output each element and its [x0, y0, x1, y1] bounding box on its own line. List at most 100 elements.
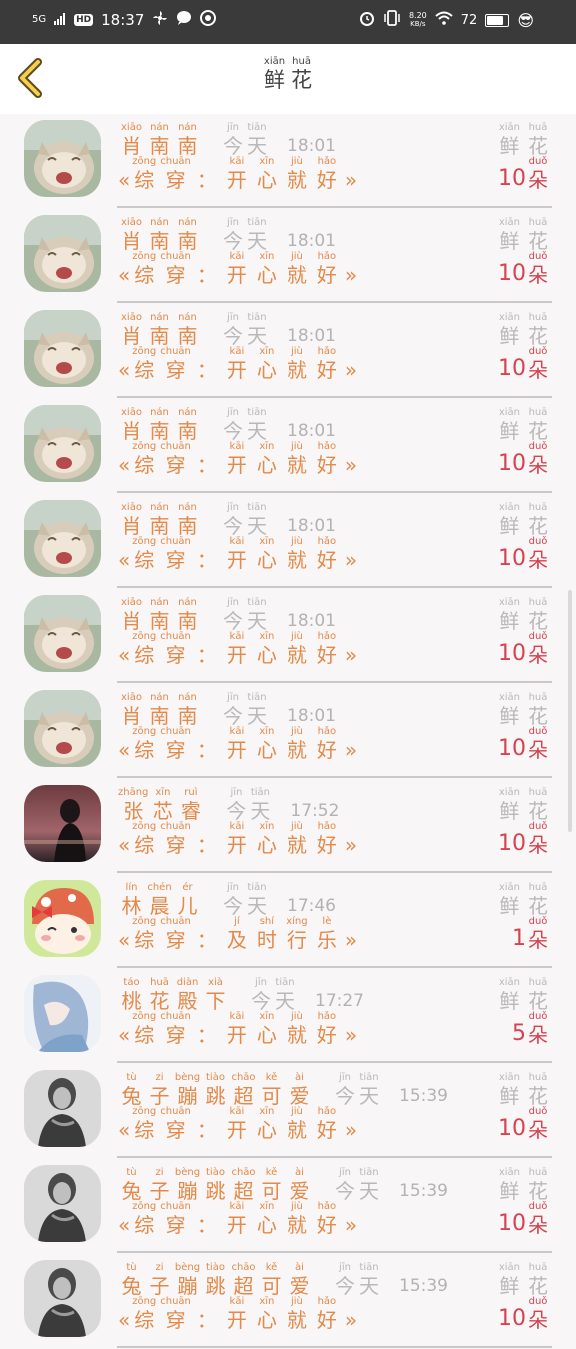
hanzi: 开 [226, 453, 247, 477]
hanzi: 心 [256, 453, 277, 477]
hanzi: 穿 [165, 263, 186, 287]
pinyin: kāi [229, 1106, 245, 1117]
flower-count: 1 duǒ 朵 [512, 916, 548, 952]
pinyin: nán [150, 407, 169, 418]
sender-name: táo 桃 huā 花 diàn 殿 xià 下 [118, 977, 229, 1013]
flowers-char: xiān 鲜 [499, 597, 520, 633]
hanzi: 超 [233, 1274, 254, 1298]
name-char: ài 爱 [286, 1072, 313, 1108]
name-char: nán 南 [146, 122, 173, 158]
scrollbar[interactable] [568, 590, 572, 832]
book-char: kāi 开 [223, 346, 251, 382]
list-item[interactable]: lín 林 chén 晨 ér 儿 jīn 今 tiān 天 17:46 «zōng 综 chuān 穿： j… [0, 874, 576, 969]
close-quote: » [344, 1023, 358, 1047]
pinyin: chuān [160, 441, 191, 452]
book-char: zōng 综 [130, 536, 158, 572]
pinyin: chuān [160, 726, 191, 737]
unit-char: duǒ 朵 [528, 821, 548, 857]
avatar[interactable] [24, 785, 101, 862]
book-char: hǎo 好 [313, 1106, 341, 1142]
top-header: xiān 鲜 huā 花 [0, 44, 576, 114]
pinyin: xíng [286, 916, 308, 927]
hanzi: ： [196, 168, 217, 192]
hanzi: 好 [316, 738, 337, 762]
list-item[interactable]: zhāng 张 xīn 芯 ruì 睿 jīn 今 tiān 天 17:52 «zōng 综 chuān 穿… [0, 779, 576, 874]
hanzi: 花 [528, 134, 548, 158]
list-item[interactable]: xiāo 肖 nán 南 nán 南 jīn 今 tiān 天 18:01 «zōng 综 chuān 穿：… [0, 114, 576, 209]
hanzi: 心 [256, 643, 277, 667]
book-char: zōng 综 [130, 1296, 158, 1332]
today-char: jīn 今 [221, 217, 245, 253]
flowers-char: xiān 鲜 [499, 882, 520, 918]
book-char: jiù 就 [283, 346, 311, 382]
avatar[interactable] [24, 880, 101, 957]
gift-list[interactable]: xiāo 肖 nán 南 nán 南 jīn 今 tiān 天 18:01 «zōng 综 chuān 穿：… [0, 114, 576, 1349]
hanzi: 南 [149, 324, 170, 348]
hanzi: 殿 [177, 989, 198, 1013]
name-char: ruì 睿 [177, 787, 204, 823]
pinyin: xiāo [121, 502, 142, 513]
list-item[interactable]: xiāo 肖 nán 南 nán 南 jīn 今 tiān 天 18:01 «zōng 综 chuān 穿：… [0, 494, 576, 589]
list-item[interactable]: tù 兔 zi 子 bèng 蹦 tiào 跳 chāo 超 kě 可 ài 爱 jīn 今 tiān 天 15:3… [0, 1064, 576, 1159]
today-char: tiān 天 [357, 1072, 381, 1108]
hanzi: 天 [250, 799, 271, 823]
open-quote: « [118, 1308, 131, 1332]
pinyin: xiān [498, 597, 520, 608]
hanzi: 南 [149, 514, 170, 538]
list-item[interactable]: xiāo 肖 nán 南 nán 南 jīn 今 tiān 天 18:01 «zōng 综 chuān 穿：… [0, 209, 576, 304]
pinyin: nán [178, 122, 197, 133]
book-char: ： [193, 631, 221, 667]
list-item[interactable]: tù 兔 zi 子 bèng 蹦 tiào 跳 chāo 超 kě 可 ài 爱 jīn 今 tiān 天 15:3… [0, 1254, 576, 1349]
pinyin: zōng [132, 1296, 157, 1307]
pinyin: huā [150, 977, 169, 988]
hanzi: 蹦 [177, 1179, 198, 1203]
hanzi: 天 [247, 609, 267, 633]
hanzi: 天 [359, 1084, 379, 1108]
book-title: zōng 综 chuān 穿： kāi 开 xīn 心 jiù 就 hǎo 好 [130, 1201, 341, 1237]
avatar[interactable] [24, 120, 101, 197]
avatar[interactable] [24, 215, 101, 292]
avatar[interactable] [24, 595, 101, 672]
hanzi: 鲜 [499, 324, 520, 348]
book-char: jiù 就 [283, 156, 311, 192]
book-char: kāi 开 [223, 1106, 251, 1142]
signal-5g-label: 5G [32, 14, 47, 25]
list-item[interactable]: xiāo 肖 nán 南 nán 南 jīn 今 tiān 天 18:01 «zōng 综 chuān 穿：… [0, 399, 576, 494]
avatar[interactable] [24, 405, 101, 482]
avatar[interactable] [24, 975, 101, 1052]
avatar[interactable] [24, 690, 101, 767]
hanzi: 鲜 [499, 1084, 520, 1108]
list-item[interactable]: tù 兔 zi 子 bèng 蹦 tiào 跳 chāo 超 kě 可 ài 爱 jīn 今 tiān 天 15:3… [0, 1159, 576, 1254]
avatar[interactable] [24, 310, 101, 387]
book-char: chuān 穿 [160, 821, 191, 857]
hanzi: 鲜 [263, 68, 285, 92]
pinyin: duǒ [528, 1201, 548, 1212]
avatar[interactable] [24, 500, 101, 577]
today-char: tiān 天 [273, 977, 297, 1013]
hanzi: 肖 [121, 134, 142, 158]
list-item[interactable]: táo 桃 huā 花 diàn 殿 xià 下 jīn 今 tiān 天 17:27 «zōng 综 chu… [0, 969, 576, 1064]
avatar[interactable] [24, 1165, 101, 1242]
book-char: shí 时 [253, 916, 281, 952]
hanzi: 今 [251, 989, 271, 1013]
list-item[interactable]: xiāo 肖 nán 南 nán 南 jīn 今 tiān 天 18:01 «zōng 综 chuān 穿：… [0, 684, 576, 779]
count-number: 10 [498, 1306, 526, 1331]
close-quote: » [344, 263, 358, 287]
pinyin: hǎo [317, 346, 337, 357]
pinyin: xiān [263, 56, 286, 67]
flowers-label: xiān 鲜 huā 花 [499, 1262, 548, 1298]
hanzi: 综 [134, 263, 155, 287]
avatar[interactable] [24, 1260, 101, 1337]
sender-name: tù 兔 zi 子 bèng 蹦 tiào 跳 chāo 超 kě 可 ài 爱 [118, 1167, 313, 1203]
name-char: zi 子 [146, 1072, 173, 1108]
unit-char: duǒ 朵 [528, 1011, 548, 1047]
pinyin: bèng [174, 1262, 201, 1273]
close-quote: » [344, 928, 358, 952]
avatar[interactable] [24, 1070, 101, 1147]
list-item[interactable]: xiāo 肖 nán 南 nán 南 jīn 今 tiān 天 18:01 «zōng 综 chuān 穿：… [0, 589, 576, 684]
pinyin: xīn [259, 346, 275, 357]
hanzi: 就 [286, 168, 307, 192]
list-item[interactable]: xiāo 肖 nán 南 nán 南 jīn 今 tiān 天 18:01 «zōng 综 chuān 穿：… [0, 304, 576, 399]
book-title: zōng 综 chuān 穿： jí 及 shí 时 xíng 行 lè 乐 [130, 916, 341, 952]
row-divider [117, 491, 552, 493]
